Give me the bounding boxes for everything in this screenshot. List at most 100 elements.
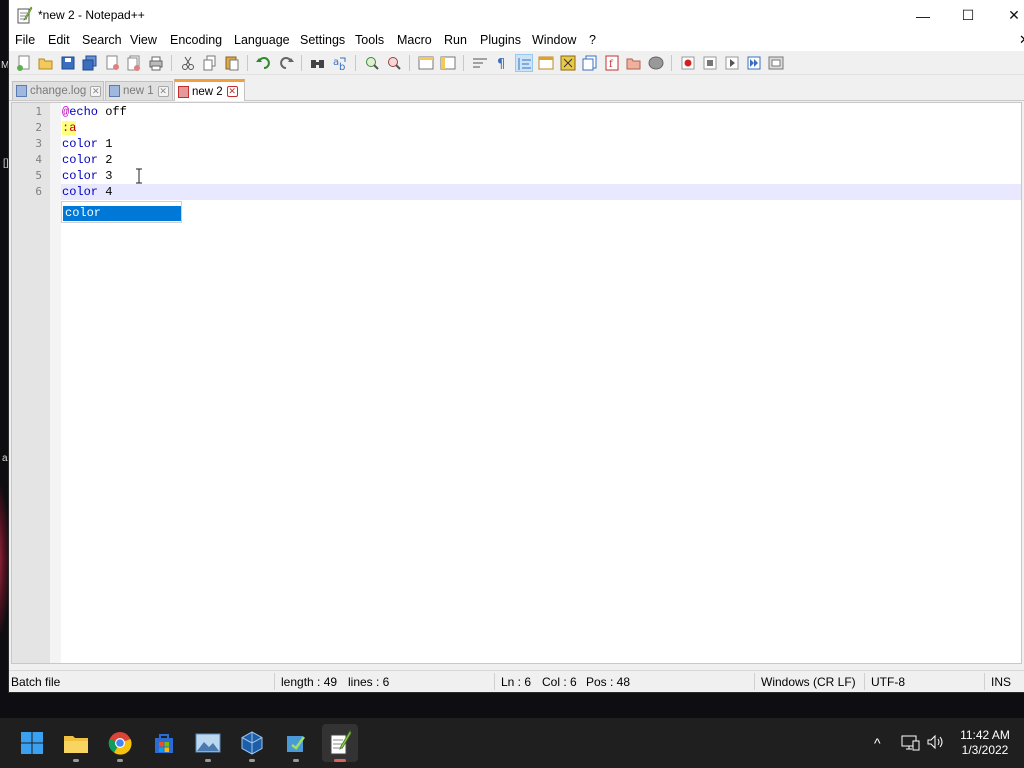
tab-new-1[interactable]: new 1 ✕: [105, 81, 173, 100]
menu-macro[interactable]: Macro: [397, 33, 432, 47]
close-file-icon[interactable]: [103, 54, 121, 72]
udl-dialog-icon[interactable]: [537, 54, 555, 72]
taskbar-file-explorer[interactable]: [60, 727, 92, 762]
windows-start-icon: [21, 732, 43, 754]
status-language: Batch file: [11, 675, 61, 689]
running-indicator: [249, 759, 255, 762]
code-line[interactable]: color 1: [61, 136, 1021, 152]
menu-run[interactable]: Run: [444, 33, 467, 47]
code-line[interactable]: @echo off: [61, 104, 1021, 120]
toolbar-separator: [355, 55, 356, 71]
menu-plugins[interactable]: Plugins: [480, 33, 521, 47]
zoom-out-icon[interactable]: [385, 54, 403, 72]
menu-window[interactable]: Window: [532, 33, 576, 47]
monitoring-icon[interactable]: [647, 54, 665, 72]
code-token: color: [62, 153, 99, 167]
doc-list-icon[interactable]: [581, 54, 599, 72]
desktop-label-fragment: a: [2, 453, 8, 464]
system-clock[interactable]: 11:42 AM 1/3/2022: [950, 728, 1020, 758]
status-encoding: UTF-8: [871, 675, 905, 689]
status-column: Col : 6: [542, 675, 577, 689]
indent-guide-icon[interactable]: [515, 54, 533, 72]
undo-icon[interactable]: [255, 54, 273, 72]
code-token: 1: [98, 137, 113, 151]
save-all-icon[interactable]: [81, 54, 99, 72]
menu-settings[interactable]: Settings: [300, 33, 345, 47]
volume-icon[interactable]: [925, 732, 945, 752]
close-window-button[interactable]: ✕: [991, 0, 1024, 31]
code-line-current[interactable]: color 4: [61, 184, 1021, 200]
line-number: 4: [35, 153, 42, 166]
close-icon[interactable]: ✕: [157, 85, 169, 97]
save-icon[interactable]: [59, 54, 77, 72]
line-number-gutter: 1 2 3 4 5 6: [12, 103, 61, 663]
close-document-button[interactable]: ✕: [1019, 32, 1024, 48]
function-list-icon[interactable]: f: [603, 54, 621, 72]
code-line[interactable]: color 3: [61, 168, 1021, 184]
menu-encoding[interactable]: Encoding: [170, 33, 222, 47]
taskbar-notepadpp[interactable]: [322, 724, 358, 762]
notepadpp-icon: [330, 730, 352, 755]
status-separator: [864, 673, 865, 690]
fold-margin[interactable]: [50, 103, 61, 663]
macro-stop-icon[interactable]: [701, 54, 719, 72]
taskbar-virtualbox[interactable]: [236, 727, 268, 762]
cut-icon[interactable]: [179, 54, 197, 72]
taskbar-store[interactable]: [148, 727, 180, 759]
doc-map-icon[interactable]: [559, 54, 577, 72]
code-token: 2: [98, 153, 113, 167]
menu-file[interactable]: File: [15, 33, 35, 47]
menu-search[interactable]: Search: [82, 33, 122, 47]
redo-icon[interactable]: [277, 54, 295, 72]
window-title: *new 2 - Notepad++: [38, 8, 145, 22]
start-button[interactable]: [16, 727, 48, 759]
macro-play-icon[interactable]: [723, 54, 741, 72]
minimize-button[interactable]: —: [900, 0, 946, 31]
menu-tools[interactable]: Tools: [355, 33, 384, 47]
macro-run-multiple-icon[interactable]: [745, 54, 763, 72]
copy-icon[interactable]: [201, 54, 219, 72]
autocomplete-suggestion[interactable]: color: [63, 206, 181, 221]
taskbar-chrome[interactable]: [104, 727, 136, 762]
find-icon[interactable]: [309, 54, 327, 72]
sync-vertical-icon[interactable]: [417, 54, 435, 72]
maximize-button[interactable]: ☐: [945, 0, 991, 31]
status-separator: [494, 673, 495, 690]
open-file-icon[interactable]: [37, 54, 55, 72]
menu-help[interactable]: ?: [589, 33, 596, 47]
notepadpp-app-icon: [17, 6, 33, 24]
close-icon[interactable]: ✕: [90, 85, 102, 97]
new-file-icon[interactable]: [15, 54, 33, 72]
code-line[interactable]: :a: [61, 120, 1021, 136]
title-bar[interactable]: *new 2 - Notepad++ — ☐ ✕: [9, 0, 1024, 31]
show-all-characters-icon[interactable]: ¶: [493, 54, 511, 72]
tab-new-2[interactable]: new 2 ✕: [174, 79, 245, 101]
line-number: 3: [35, 137, 42, 150]
status-bar: Batch file length : 49 lines : 6 Ln : 6 …: [9, 670, 1024, 692]
code-text[interactable]: @echo off :a color 1 color 2 color 3 col…: [61, 103, 1021, 663]
menu-edit[interactable]: Edit: [48, 33, 70, 47]
print-icon[interactable]: [147, 54, 165, 72]
taskbar-photos[interactable]: [192, 727, 224, 762]
word-wrap-icon[interactable]: [471, 54, 489, 72]
code-line[interactable]: color 2: [61, 152, 1021, 168]
macro-record-icon[interactable]: [679, 54, 697, 72]
taskbar-notepad[interactable]: [280, 727, 312, 762]
paste-icon[interactable]: [223, 54, 241, 72]
line-number: 5: [35, 169, 42, 182]
zoom-in-icon[interactable]: [363, 54, 381, 72]
show-hidden-icons-chevron[interactable]: ^: [874, 735, 881, 751]
close-all-icon[interactable]: [125, 54, 143, 72]
code-token: 3: [98, 169, 113, 183]
editor-area[interactable]: 1 2 3 4 5 6 @echo off :a color 1 color 2…: [11, 102, 1022, 664]
tab-change-log[interactable]: change.log ✕: [12, 81, 104, 100]
status-separator: [754, 673, 755, 690]
close-icon[interactable]: ✕: [226, 86, 238, 97]
folder-as-workspace-icon[interactable]: [625, 54, 643, 72]
replace-icon[interactable]: ab: [331, 54, 349, 73]
sync-horizontal-icon[interactable]: [439, 54, 457, 72]
network-icon[interactable]: [900, 732, 920, 752]
macro-save-icon[interactable]: [767, 54, 785, 72]
menu-view[interactable]: View: [130, 33, 157, 47]
menu-language[interactable]: Language: [234, 33, 290, 47]
